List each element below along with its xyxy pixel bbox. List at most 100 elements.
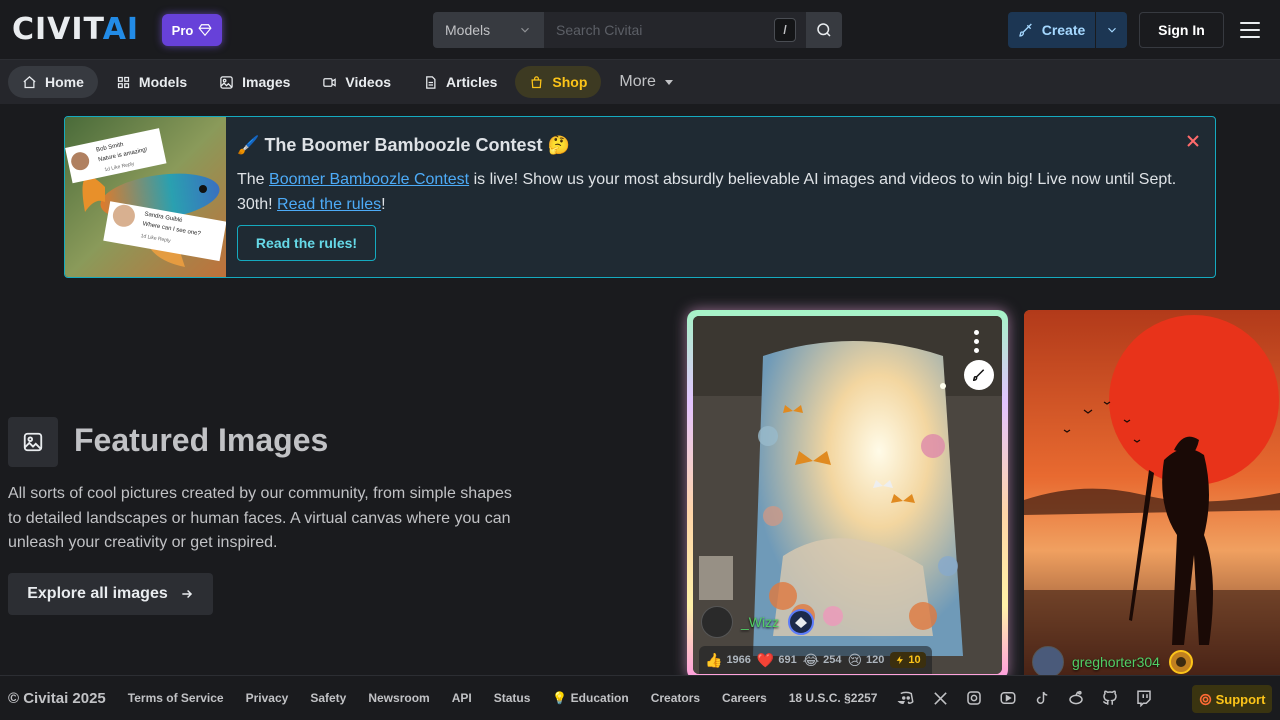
logo-civit-text: CIVIT — [12, 12, 103, 47]
footer-link-status[interactable]: Status — [494, 691, 531, 705]
footer-link-2257[interactable]: 18 U.S.C. §2257 — [789, 691, 878, 705]
like-count: 1966 — [726, 654, 751, 666]
chevron-down-icon — [1107, 27, 1116, 33]
caret-down-icon — [664, 80, 673, 85]
footer: © Civitai 2025 Terms of Service Privacy … — [0, 675, 1280, 720]
footer-link-safety[interactable]: Safety — [310, 691, 346, 705]
create-label: Create — [1041, 22, 1086, 38]
nav-home[interactable]: Home — [8, 66, 98, 98]
footer-link-education[interactable]: 💡 Education — [552, 691, 628, 705]
username[interactable]: greghorter304 — [1072, 654, 1160, 670]
footer-link-privacy[interactable]: Privacy — [246, 691, 289, 705]
paintbrush-icon: 🖌️ — [237, 135, 260, 155]
videos-icon — [323, 77, 337, 87]
more-options-icon[interactable] — [974, 330, 980, 353]
username[interactable]: _Wizz — [741, 614, 779, 630]
nav-models[interactable]: Models — [102, 66, 201, 98]
brush-icon — [1019, 23, 1032, 37]
diamond-icon — [198, 24, 212, 37]
nav-more[interactable]: More — [605, 66, 687, 98]
search-input[interactable]: Search Civitai / — [544, 12, 806, 48]
images-icon — [220, 75, 233, 89]
card-user[interactable]: greghorter304 — [1032, 646, 1194, 678]
search-category-select[interactable]: Models — [433, 12, 544, 48]
cry-count: 120 — [866, 654, 885, 666]
nav-images[interactable]: Images — [205, 66, 304, 98]
explore-images-button[interactable]: Explore all images — [8, 573, 213, 615]
thinking-face-icon: 🤔 — [547, 135, 570, 155]
twitch-icon[interactable] — [1133, 687, 1155, 709]
buzz-tip-button[interactable]: 10 — [890, 652, 926, 668]
featured-title: Featured Images — [74, 422, 329, 458]
tiktok-icon[interactable] — [1031, 687, 1053, 709]
social-links — [895, 687, 1155, 709]
image-card[interactable]: greghorter304 — [1024, 310, 1280, 680]
nav-models-label: Models — [138, 74, 188, 90]
youtube-icon[interactable] — [997, 687, 1019, 709]
user-badge-icon — [1168, 650, 1193, 674]
models-icon — [117, 76, 130, 88]
buzz-count: 10 — [908, 654, 921, 666]
footer-link-terms[interactable]: Terms of Service — [128, 691, 224, 705]
pro-label: Pro — [171, 22, 194, 38]
x-icon[interactable] — [929, 687, 951, 709]
footer-link-careers[interactable]: Careers — [722, 691, 767, 705]
laugh-icon: 😂 — [802, 651, 820, 668]
discord-icon[interactable] — [895, 687, 917, 709]
cry-reaction[interactable]: 😢 120 — [847, 652, 884, 669]
laugh-reaction[interactable]: 😂 254 — [803, 652, 842, 669]
card-image[interactable]: _Wizz 👍 1966 ❤️ 691 😂 254 😢 120 10 — [693, 316, 1002, 674]
heart-count: 691 — [778, 654, 797, 666]
nav-articles[interactable]: Articles — [409, 66, 511, 98]
user-badge-icon — [788, 609, 815, 635]
contest-link[interactable]: Boomer Bamboozle Contest — [269, 171, 469, 188]
rules-link[interactable]: Read the rules — [277, 196, 381, 213]
sign-in-button[interactable]: Sign In — [1139, 12, 1224, 48]
search-button[interactable] — [806, 12, 842, 48]
create-button[interactable]: Create — [1008, 12, 1127, 48]
support-label: Support — [1215, 691, 1266, 707]
read-rules-button[interactable]: Read the rules! — [237, 225, 376, 261]
footer-link-newsroom[interactable]: Newsroom — [368, 691, 429, 705]
reddit-icon[interactable] — [1065, 687, 1087, 709]
avatar[interactable] — [1032, 646, 1064, 678]
thumbs-up-icon: 👍 — [705, 651, 723, 668]
avatar[interactable] — [701, 606, 733, 638]
search-bar: Models Search Civitai / — [433, 12, 842, 48]
nav-shop[interactable]: Shop — [515, 66, 602, 98]
nav-images-label: Images — [242, 74, 291, 90]
top-header: CIVITAI Pro Models Search Civitai / Crea… — [0, 0, 1280, 60]
heart-reaction[interactable]: ❤️ 691 — [757, 652, 797, 669]
create-main-button[interactable]: Create — [1008, 12, 1096, 48]
search-placeholder: Search Civitai — [556, 22, 643, 38]
create-dropdown-toggle[interactable] — [1096, 12, 1127, 48]
footer-link-api[interactable]: API — [452, 691, 472, 705]
heart-icon: ❤️ — [756, 651, 775, 668]
search-shortcut-key: / — [774, 18, 796, 42]
nav-videos[interactable]: Videos — [308, 66, 405, 98]
banner-title-text: The Boomer Bamboozle Contest — [264, 135, 543, 155]
arrow-right-icon — [182, 589, 192, 599]
hamburger-menu-icon[interactable] — [1240, 20, 1260, 40]
image-card[interactable]: _Wizz 👍 1966 ❤️ 691 😂 254 😢 120 10 — [687, 310, 1008, 680]
nav-shop-label: Shop — [552, 74, 588, 90]
civitai-logo[interactable]: CIVITAI — [12, 15, 139, 45]
support-button[interactable]: Support — [1192, 685, 1272, 713]
nav-articles-label: Articles — [446, 74, 498, 90]
logo-ai-text: AI — [102, 12, 140, 47]
remix-icon[interactable] — [964, 360, 994, 390]
nav-more-label: More — [619, 73, 656, 90]
github-icon[interactable] — [1099, 687, 1121, 709]
card-image[interactable] — [1024, 310, 1280, 680]
instagram-icon[interactable] — [963, 687, 985, 709]
like-reaction[interactable]: 👍 1966 — [705, 652, 751, 669]
footer-link-creators[interactable]: Creators — [651, 691, 700, 705]
card-user[interactable]: _Wizz — [701, 606, 815, 638]
articles-icon — [426, 75, 436, 89]
lifebuoy-icon — [1199, 693, 1211, 705]
search-category-label: Models — [445, 22, 491, 38]
pro-button[interactable]: Pro — [162, 14, 222, 46]
lightning-icon — [897, 655, 904, 665]
search-icon — [817, 23, 831, 37]
close-icon[interactable] — [1183, 131, 1203, 151]
